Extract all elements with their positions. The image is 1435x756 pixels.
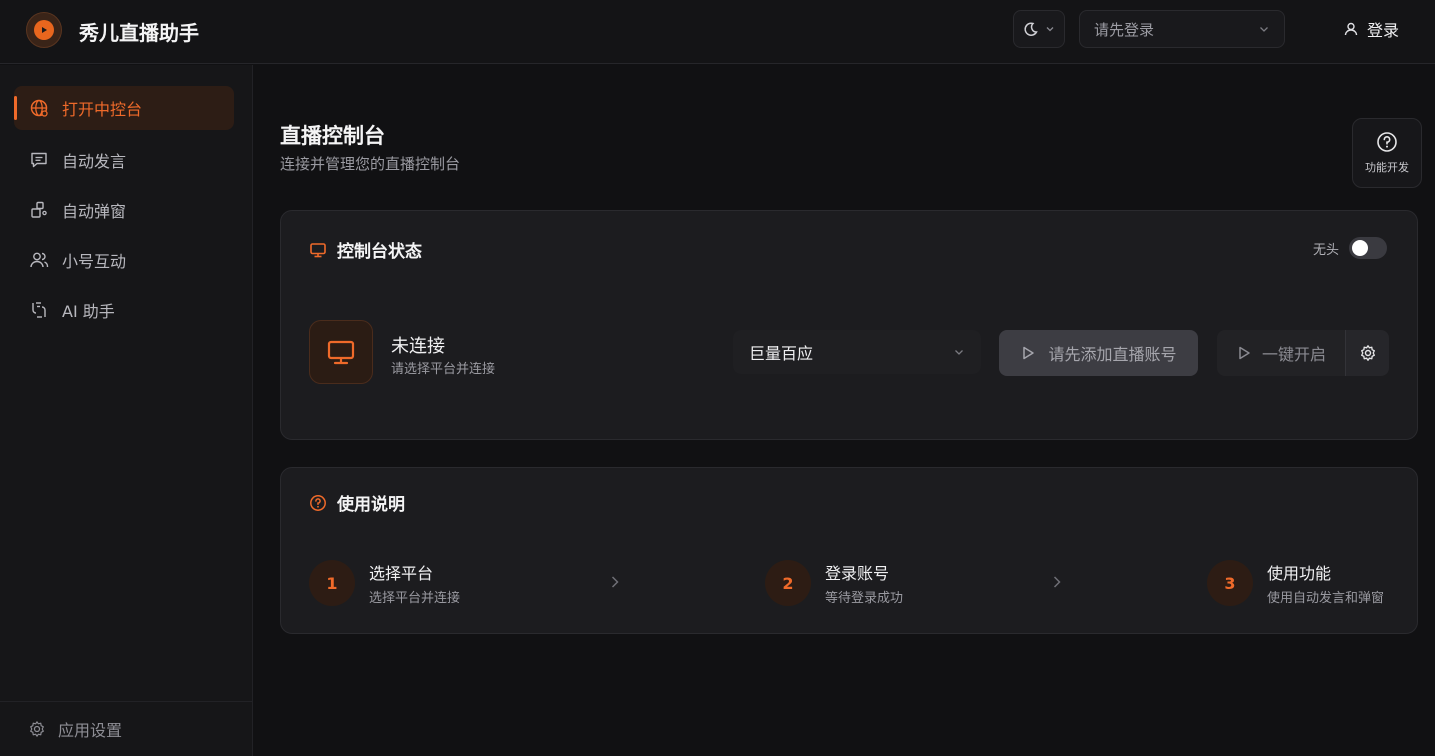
sidebar-item-label: 小号互动 xyxy=(62,252,127,271)
chevron-down-icon xyxy=(1260,27,1268,32)
app-logo xyxy=(26,12,62,48)
gear-icon xyxy=(30,721,44,737)
guide-step: 2 登录账号 等待登录成功 xyxy=(765,560,903,606)
sidebar-item-label: 打开中控台 xyxy=(62,100,143,119)
step-description: 选择平台并连接 xyxy=(369,591,461,606)
sidebar-item-auto-message[interactable]: 自动发言 xyxy=(14,138,234,182)
sidebar-item-label: 自动发言 xyxy=(62,152,127,171)
switch-knob xyxy=(1352,240,1368,256)
platform-select[interactable]: 巨量百应 xyxy=(733,330,981,374)
step-title: 使用功能 xyxy=(1267,564,1332,583)
one-key-start-button[interactable]: 一键开启 xyxy=(1217,330,1345,376)
ai-icon xyxy=(28,299,50,321)
page-subtitle: 连接并管理您的直播控制台 xyxy=(280,155,461,173)
add-live-account-label: 请先添加直播账号 xyxy=(1048,345,1177,364)
feature-dev-button[interactable]: 功能开发 xyxy=(1352,118,1422,188)
users-icon xyxy=(28,249,50,271)
chevron-down-icon xyxy=(1046,27,1054,32)
headless-switch[interactable] xyxy=(1349,237,1387,259)
step-description: 等待登录成功 xyxy=(825,591,904,606)
chevron-right-icon xyxy=(611,576,619,588)
connection-status: 未连接 xyxy=(391,336,445,357)
connection-status-hint: 请选择平台并连接 xyxy=(391,362,496,377)
account-select-value: 请先登录 xyxy=(1094,20,1155,39)
headless-label: 无头 xyxy=(1312,242,1339,258)
one-key-start-label: 一键开启 xyxy=(1261,345,1326,364)
chevron-right-icon xyxy=(1053,576,1061,588)
platform-select-value: 巨量百应 xyxy=(749,344,814,363)
account-select[interactable]: 请先登录 xyxy=(1079,10,1285,48)
page-title: 直播控制台 xyxy=(280,124,385,148)
app-header: 秀儿直播助手 请先登录 登录 xyxy=(0,0,1435,64)
one-key-settings-button[interactable] xyxy=(1345,330,1389,376)
sidebar-item-alt-interaction[interactable]: 小号互动 xyxy=(14,238,234,282)
headless-toggle-group: 无头 xyxy=(1313,237,1387,259)
login-button[interactable]: 登录 xyxy=(1330,10,1412,48)
card-title-text: 控制台状态 xyxy=(337,242,422,262)
console-status-card: 控制台状态 无头 未连接 请选择平台并连接 巨量百应 请先添加直播账号 一键开启 xyxy=(280,210,1418,440)
app-settings-button[interactable]: 应用设置 xyxy=(0,701,253,756)
step-number: 2 xyxy=(765,560,811,606)
app-title: 秀儿直播助手 xyxy=(79,21,199,45)
add-live-account-button[interactable]: 请先添加直播账号 xyxy=(999,330,1198,376)
user-icon xyxy=(1344,22,1358,36)
theme-toggle[interactable] xyxy=(1013,10,1065,48)
card-title: 使用说明 xyxy=(309,490,405,515)
card-title-text: 使用说明 xyxy=(337,495,405,515)
popup-icon xyxy=(28,199,50,221)
sidebar-item-auto-popup[interactable]: 自动弹窗 xyxy=(14,188,234,232)
guide-step: 1 选择平台 选择平台并连接 xyxy=(309,560,460,606)
play-icon xyxy=(34,20,54,40)
sidebar: 打开中控台 自动发言 自动弹窗 小号互动 AI 助手 应用设置 xyxy=(0,65,253,756)
step-title: 选择平台 xyxy=(369,564,434,583)
step-title: 登录账号 xyxy=(825,564,890,583)
step-number: 3 xyxy=(1207,560,1253,606)
step-number: 1 xyxy=(309,560,355,606)
login-label: 登录 xyxy=(1366,21,1399,40)
chevron-down-icon xyxy=(955,350,963,355)
moon-icon xyxy=(1024,22,1038,36)
monitor-icon xyxy=(310,242,326,257)
gear-icon xyxy=(1360,345,1375,361)
usage-guide-card: 使用说明 1 选择平台 选择平台并连接 2 登录账号 等待登录成功 3 使用功能… xyxy=(280,467,1418,634)
message-icon xyxy=(28,149,50,171)
play-icon xyxy=(1023,346,1035,360)
sidebar-item-console[interactable]: 打开中控台 xyxy=(14,86,234,130)
monitor-icon xyxy=(327,340,355,365)
sidebar-item-ai-assistant[interactable]: AI 助手 xyxy=(14,288,234,332)
step-description: 使用自动发言和弹窗 xyxy=(1267,591,1385,606)
help-circle-icon xyxy=(1377,132,1397,152)
status-indicator xyxy=(309,320,373,384)
card-title: 控制台状态 xyxy=(309,237,422,262)
feature-dev-label: 功能开发 xyxy=(1365,161,1409,174)
sidebar-item-label: 自动弹窗 xyxy=(62,202,127,221)
app-settings-label: 应用设置 xyxy=(58,721,123,740)
play-icon xyxy=(1239,346,1250,360)
globe-icon xyxy=(28,97,50,119)
guide-step: 3 使用功能 使用自动发言和弹窗 xyxy=(1207,560,1384,606)
help-circle-icon xyxy=(310,494,326,511)
sidebar-item-label: AI 助手 xyxy=(62,302,115,321)
